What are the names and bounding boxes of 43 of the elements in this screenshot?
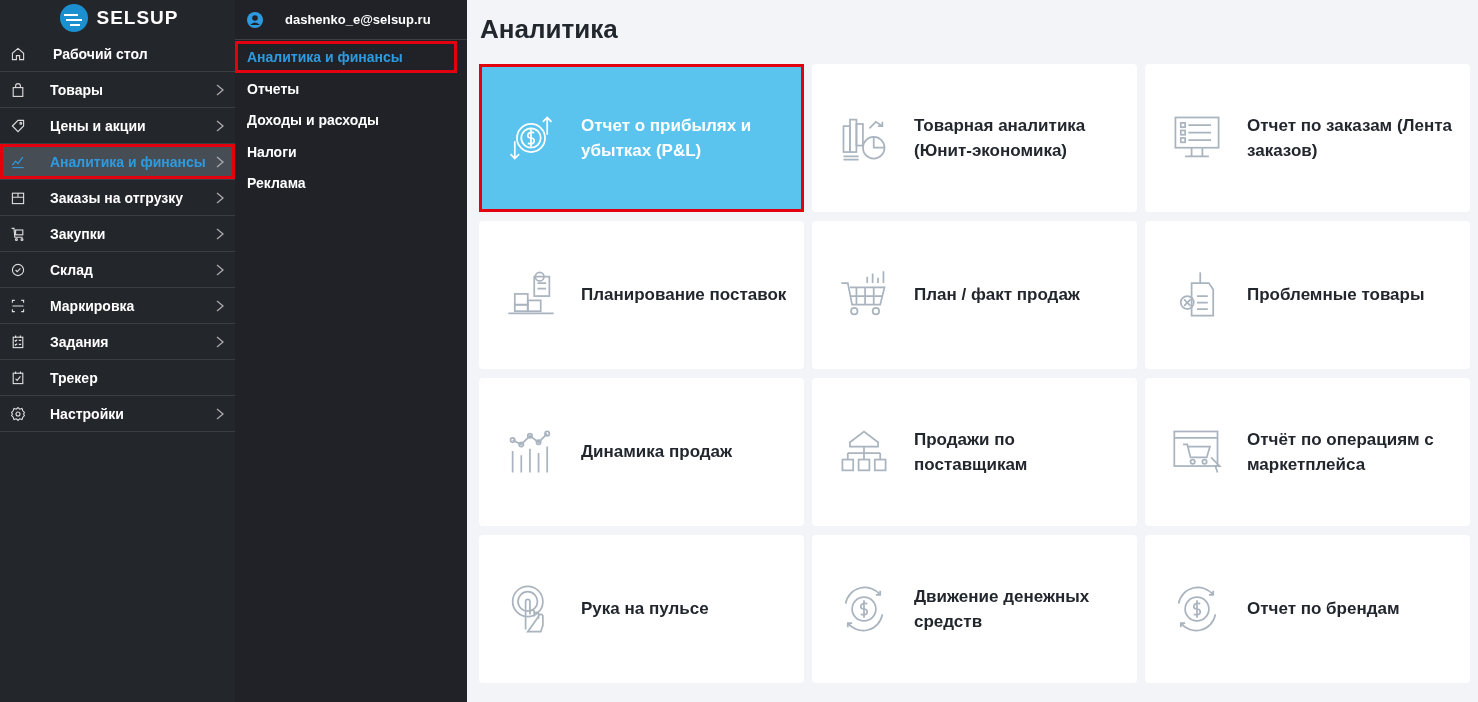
submenu-item[interactable]: Реклама	[235, 167, 316, 199]
sidebar-item[interactable]: Настройки	[0, 396, 235, 432]
cart-icon	[10, 225, 26, 242]
report-card[interactable]: Отчет по заказам (Лента заказов)	[1145, 64, 1470, 212]
home-icon	[10, 45, 26, 62]
user-avatar-icon	[247, 11, 263, 28]
report-card[interactable]: Товарная аналитика (Юнит-экономика)	[812, 64, 1137, 212]
gear-icon	[10, 405, 26, 422]
report-card[interactable]: Рука на пульсе	[479, 535, 804, 683]
card-title: Движение денежных средств	[914, 585, 1091, 633]
card-title: Планирование поставок	[581, 284, 787, 307]
report-card[interactable]: Проблемные товары	[1145, 221, 1470, 369]
report-card[interactable]: Движение денежных средств	[812, 535, 1137, 683]
report-card[interactable]: Продажи по поставщикам	[812, 378, 1137, 526]
card-title: Отчёт по операциям с маркетплейса	[1247, 428, 1435, 476]
report-card[interactable]: Отчёт по операциям с маркетплейса	[1145, 378, 1470, 526]
card-title: Проблемные товары	[1247, 284, 1425, 307]
check-circle-icon	[10, 261, 26, 278]
scan-icon	[10, 297, 26, 314]
card-title: План / факт продаж	[914, 284, 1080, 307]
sidebar-item[interactable]: Рабочий стол	[0, 36, 235, 72]
submenu-item[interactable]: Доходы и расходы	[235, 104, 389, 136]
submenu-item[interactable]: Отчеты	[235, 73, 310, 105]
submenu-item[interactable]: Налоги	[235, 136, 307, 168]
report-card[interactable]: Планирование поставок	[479, 221, 804, 369]
card-title: Отчет о прибылях и убытках (P&L)	[581, 114, 753, 162]
report-card[interactable]: Отчет по брендам	[1145, 535, 1470, 683]
card-title: Отчет по брендам	[1247, 598, 1400, 621]
card-title: Продажи по поставщикам	[914, 428, 1029, 476]
report-card[interactable]: План / факт продаж	[812, 221, 1137, 369]
user-email: dashenko_e@selsup.ru	[285, 12, 431, 27]
logo-text: SELSUP	[96, 7, 179, 29]
card-title: Отчет по заказам (Лента заказов)	[1247, 114, 1453, 162]
page-title: Аналитика	[480, 14, 619, 45]
bag-icon	[10, 81, 26, 98]
card-title: Рука на пульсе	[581, 598, 709, 621]
checklist-icon	[10, 333, 26, 350]
card-title: Динамика продаж	[581, 441, 733, 464]
submenu-item[interactable]: Аналитика и финансы	[235, 41, 457, 73]
calendar-check-icon	[10, 369, 26, 386]
card-title: Товарная аналитика (Юнит-экономика)	[914, 114, 1087, 162]
tag-icon	[10, 117, 26, 134]
report-card[interactable]: Динамика продаж	[479, 378, 804, 526]
